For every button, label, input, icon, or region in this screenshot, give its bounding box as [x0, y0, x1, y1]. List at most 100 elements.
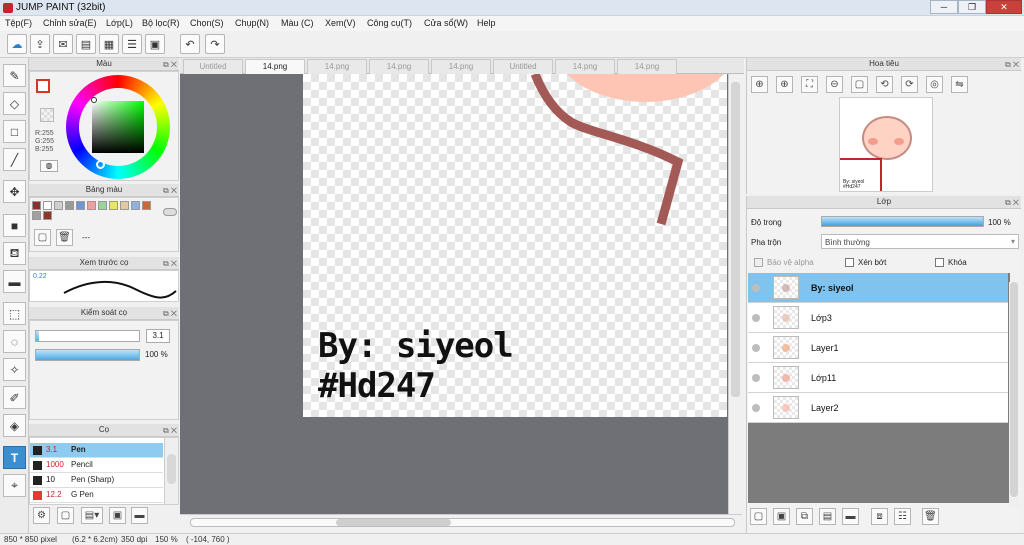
- visibility-icon[interactable]: [752, 404, 760, 412]
- visibility-icon[interactable]: [752, 314, 760, 322]
- hue-wheel[interactable]: [66, 75, 170, 179]
- menu-select[interactable]: Chọn(S): [190, 18, 224, 28]
- background-color-swatch[interactable]: [40, 108, 54, 122]
- maximize-button[interactable]: ❐: [958, 0, 986, 14]
- minimize-button[interactable]: ─: [930, 0, 958, 14]
- layer-row[interactable]: Layer1: [748, 333, 1008, 363]
- navigator-preview[interactable]: By: siyeol #Hd247: [839, 97, 933, 192]
- fit-window-icon[interactable]: ⛶: [801, 76, 818, 93]
- rect-select-icon[interactable]: ⬚: [3, 302, 26, 325]
- canvas-horizontal-scrollbar[interactable]: [180, 514, 742, 529]
- tab-document[interactable]: 14.png: [245, 59, 305, 74]
- layer-row[interactable]: Lớp3: [748, 303, 1008, 333]
- menu-edit[interactable]: Chỉnh sửa(E): [43, 18, 97, 28]
- rotate-right-icon[interactable]: ⟳: [901, 76, 918, 93]
- tab-document[interactable]: 14.png: [431, 59, 491, 74]
- copy-layer-icon[interactable]: ⧉: [796, 508, 813, 525]
- menu-window[interactable]: Cửa sổ(W): [424, 18, 468, 28]
- fill-shape-icon[interactable]: ■: [3, 214, 26, 237]
- navigator-viewport[interactable]: By: siyeol #Hd247: [840, 158, 882, 191]
- panel-float-icon[interactable]: ⧉ ✕: [1005, 59, 1019, 71]
- text-icon[interactable]: T: [3, 446, 26, 469]
- zoom-in-icon[interactable]: ⊕: [751, 76, 768, 93]
- redo-icon[interactable]: ↷: [205, 34, 225, 54]
- delete-layer-icon[interactable]: 🗑: [922, 508, 939, 525]
- palette-swatch[interactable]: [120, 201, 129, 210]
- palette-swatch[interactable]: [142, 201, 151, 210]
- layer-row[interactable]: Layer2: [748, 393, 1008, 423]
- layer-row[interactable]: Lớp11: [748, 363, 1008, 393]
- bucket-icon[interactable]: ⛾: [3, 242, 26, 265]
- layer-opacity-slider[interactable]: [821, 216, 984, 227]
- undo-icon[interactable]: ↶: [180, 34, 200, 54]
- tab-document[interactable]: 14.png: [617, 59, 677, 74]
- palette-swatch[interactable]: [65, 201, 74, 210]
- palette-swatch[interactable]: [76, 201, 85, 210]
- lasso-icon[interactable]: ◌: [3, 330, 26, 353]
- share-icon[interactable]: ⇪: [30, 34, 50, 54]
- tab-document[interactable]: 14.png: [369, 59, 429, 74]
- layer-list-scrollbar[interactable]: [1009, 282, 1019, 508]
- brush-opacity-slider[interactable]: [35, 349, 140, 361]
- menu-file[interactable]: Tệp(F): [5, 18, 32, 28]
- brush-list-item[interactable]: 12.2 G Pen: [30, 488, 163, 503]
- new-layer-alt-icon[interactable]: ▣: [773, 508, 790, 525]
- close-button[interactable]: ✕: [986, 0, 1022, 14]
- brush-type-icon[interactable]: ▤▾: [81, 507, 103, 524]
- select-pen-icon[interactable]: ✐: [3, 386, 26, 409]
- panel-float-icon[interactable]: ⧉ ✕: [163, 258, 177, 270]
- gradient-icon[interactable]: ▬: [3, 270, 26, 293]
- menu-view[interactable]: Xem(V): [325, 18, 356, 28]
- line-icon[interactable]: ╱: [3, 148, 26, 171]
- new-brush-icon[interactable]: ▢: [57, 507, 74, 524]
- brush-list-item[interactable]: 3.1 Pen: [30, 443, 163, 458]
- panel-float-icon[interactable]: ⧉ ✕: [163, 308, 177, 320]
- canvas-area[interactable]: By: siyeol #Hd247: [180, 74, 742, 514]
- layer-row[interactable]: By: siyeol: [748, 273, 1008, 303]
- color-mode-icon[interactable]: ◍: [40, 160, 58, 172]
- protect-alpha-checkbox[interactable]: [754, 258, 763, 267]
- palette-swatch[interactable]: [87, 201, 96, 210]
- canvas-vertical-scrollbar[interactable]: [728, 74, 742, 514]
- brush-size-value[interactable]: 3.1: [146, 329, 170, 343]
- layer-settings-icon[interactable]: ☷: [894, 508, 911, 525]
- merge-down-icon[interactable]: ⧈: [871, 508, 888, 525]
- tab-document[interactable]: 14.png: [307, 59, 367, 74]
- grid-icon[interactable]: ▣: [145, 34, 165, 54]
- visibility-icon[interactable]: [752, 344, 760, 352]
- hue-picker-handle[interactable]: [96, 160, 105, 169]
- clip-checkbox[interactable]: [845, 258, 854, 267]
- eraser-icon[interactable]: ◇: [3, 92, 26, 115]
- brush-settings-icon[interactable]: ⚙: [33, 507, 50, 524]
- layer-folder-icon[interactable]: ▬: [842, 508, 859, 525]
- message-icon[interactable]: ▤: [76, 34, 96, 54]
- menu-tools[interactable]: Công cụ(T): [367, 18, 412, 28]
- visibility-icon[interactable]: [752, 374, 760, 382]
- brush-icon[interactable]: ✎: [3, 64, 26, 87]
- sv-picker-handle[interactable]: [91, 97, 97, 103]
- foreground-color-swatch[interactable]: [36, 79, 50, 93]
- zoom-in-alt-icon[interactable]: ⊕: [776, 76, 793, 93]
- magic-wand-icon[interactable]: ✧: [3, 358, 26, 381]
- blend-mode-select[interactable]: Bình thường ▾: [821, 234, 1019, 249]
- saturation-value-square[interactable]: [92, 101, 144, 153]
- rectangle-icon[interactable]: □: [3, 120, 26, 143]
- layer-mask-icon[interactable]: ▤: [819, 508, 836, 525]
- palette-swatch[interactable]: [32, 211, 41, 220]
- select-eraser-icon[interactable]: ◈: [3, 414, 26, 437]
- brush-size-slider[interactable]: [35, 330, 140, 342]
- brush-list-item[interactable]: 10 Pen (Sharp): [30, 473, 163, 488]
- eyedropper-icon[interactable]: ⌖: [3, 474, 26, 497]
- new-palette-icon[interactable]: ▢: [34, 229, 51, 246]
- menu-help[interactable]: Help: [477, 18, 496, 28]
- document-icon[interactable]: ▦: [99, 34, 119, 54]
- menu-layer[interactable]: Lớp(L): [106, 18, 133, 28]
- reset-rotation-icon[interactable]: ◎: [926, 76, 943, 93]
- menu-filter[interactable]: Bộ lọc(R): [142, 18, 180, 28]
- panel-float-icon[interactable]: ⧉ ✕: [163, 185, 177, 197]
- tab-document[interactable]: 14.png: [555, 59, 615, 74]
- brush-list-item[interactable]: 1000 Pencil: [30, 458, 163, 473]
- rotate-left-icon[interactable]: ⟲: [876, 76, 893, 93]
- palette-swatch[interactable]: [43, 211, 52, 220]
- visibility-icon[interactable]: [752, 284, 760, 292]
